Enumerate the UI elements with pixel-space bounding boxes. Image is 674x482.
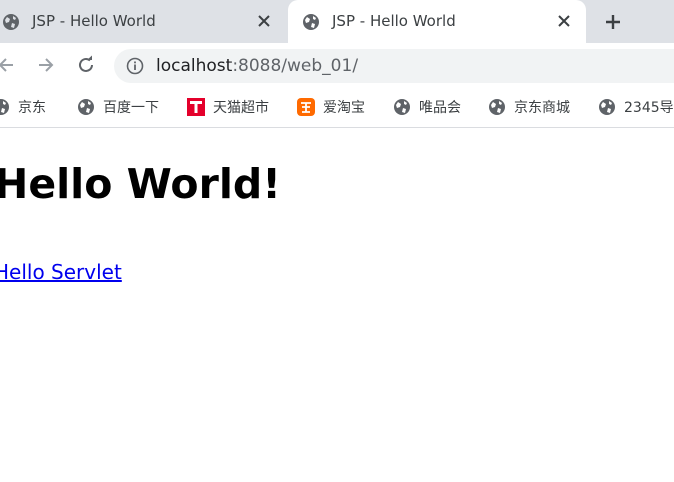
bookmark-label: 爱淘宝: [323, 100, 365, 116]
reload-icon: [79, 55, 93, 72]
new-tab-button[interactable]: [600, 9, 626, 35]
address-bar[interactable]: localhost:8088/web_01/: [114, 49, 674, 83]
url-host: localhost: [156, 56, 233, 76]
browser-toolbar: localhost:8088/web_01/: [0, 43, 674, 88]
page-content: Hello World! Hello Servlet: [0, 129, 674, 482]
info-icon[interactable]: [126, 57, 144, 75]
taobao-icon: [297, 98, 315, 116]
bookmark-label: 天猫超市: [213, 100, 269, 116]
bookmark-label: 唯品会: [419, 100, 461, 116]
globe-icon: [78, 99, 94, 115]
bookmark-label: 2345导: [624, 100, 674, 116]
bookmark-label: 京东: [18, 100, 46, 116]
globe-icon: [394, 99, 410, 115]
bookmark-2345[interactable]: 2345导: [598, 96, 674, 118]
bookmark-tmall[interactable]: 天猫超市: [187, 96, 269, 118]
arrow-left-icon: [0, 58, 13, 72]
bookmark-jd-mall[interactable]: 京东商城: [488, 96, 570, 118]
bookmark-baidu[interactable]: 百度一下: [77, 96, 159, 118]
page-heading: Hello World!: [0, 160, 281, 208]
globe-icon: [3, 14, 19, 30]
bookmark-vip[interactable]: 唯品会: [393, 96, 461, 118]
tmall-icon: [187, 98, 205, 116]
hello-servlet-link[interactable]: Hello Servlet: [0, 260, 122, 284]
back-button[interactable]: [0, 53, 18, 77]
tab-jsp-hello-world-1[interactable]: JSP - Hello World: [0, 0, 286, 43]
reload-button[interactable]: [74, 53, 98, 77]
tab-title: JSP - Hello World: [32, 12, 156, 30]
tab-jsp-hello-world-2[interactable]: JSP - Hello World: [288, 0, 586, 43]
close-tab-icon[interactable]: [254, 11, 274, 31]
url-path: :8088/web_01/: [232, 56, 359, 76]
url-text[interactable]: localhost:8088/web_01/: [156, 56, 358, 76]
arrow-right-icon: [39, 58, 54, 72]
bookmark-jd[interactable]: 京东: [0, 96, 46, 118]
forward-button[interactable]: [34, 53, 58, 77]
bookmarks-bar: 京东 百度一下 天猫超市 爱淘宝 唯品会 京东商城 2345导: [0, 88, 674, 128]
tab-strip: JSP - Hello World JSP - Hello World: [0, 0, 674, 43]
tab-title: JSP - Hello World: [332, 12, 456, 30]
plus-icon: [606, 15, 620, 29]
close-tab-icon[interactable]: [554, 11, 574, 31]
globe-icon: [303, 14, 319, 30]
globe-icon: [0, 99, 9, 115]
bookmark-taobao[interactable]: 爱淘宝: [297, 96, 365, 118]
bookmark-label: 京东商城: [514, 100, 570, 116]
globe-icon: [489, 99, 505, 115]
bookmark-label: 百度一下: [103, 100, 159, 116]
globe-icon: [599, 99, 615, 115]
